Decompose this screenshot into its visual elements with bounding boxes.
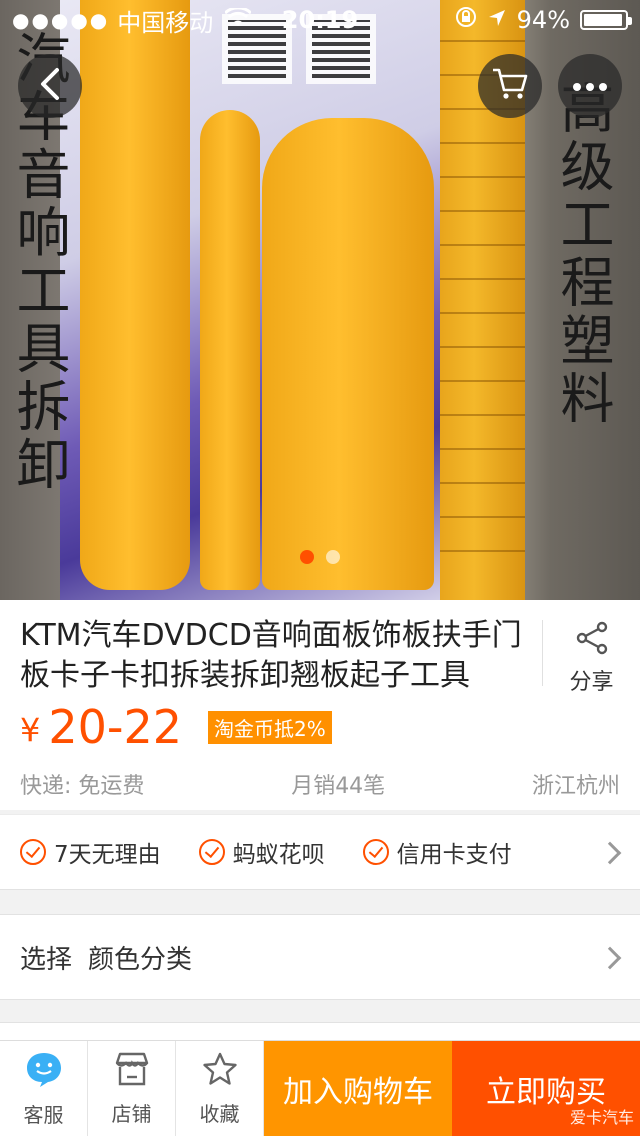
product-info: KTM汽车DVDCD音响面板饰板扶手门板卡子卡扣拆装拆卸翘板起子工具 分享 ¥ … [0,600,640,810]
promo-badge: 淘金币抵2% [208,710,332,744]
share-icon [574,620,610,660]
chevron-left-icon [37,66,63,106]
carrier-name: 中国移动 [117,8,214,37]
check-circle-icon [362,839,389,865]
pry-tool-image [200,110,260,590]
seller-location: 浙江杭州 [531,774,620,799]
service-item: 信用卡支付 [362,835,512,869]
image-caption-right: 高级工程塑料 [551,80,614,428]
currency-symbol: ¥ [20,711,41,749]
product-image-carousel[interactable]: 汽车音响工具拆卸 高级工程塑料 [0,0,640,600]
ruler-ticks [440,40,525,580]
shopping-cart-icon [491,67,529,105]
shop-tab[interactable]: 店铺 [88,1041,176,1136]
service-label: 蚂蚁花呗 [232,842,325,868]
product-title: KTM汽车DVDCD音响面板饰板扶手门板卡子卡扣拆装拆卸翘板起子工具 [20,618,522,693]
next-section-edge [0,1022,640,1042]
service-item: 7天无理由 [20,835,161,869]
carousel-pager [0,550,640,564]
pager-dot[interactable] [326,550,340,564]
shop-icon [113,1051,151,1092]
service-label: 7天无理由 [54,842,161,868]
meta-row: 快递: 免运费 月销44笔 浙江杭州 [20,768,620,800]
monthly-sales: 月销44笔 [291,774,386,799]
price: 20-22 [48,700,183,754]
location-arrow-icon [487,6,507,34]
pager-dot-active[interactable] [300,550,314,564]
tab-label: 客服 [23,1103,64,1127]
customer-service-icon [24,1050,64,1093]
wifi-icon [224,6,253,34]
service-guarantees[interactable]: 7天无理由 蚂蚁花呗 信用卡支付 [0,814,640,890]
status-right: 94% [455,6,632,34]
add-to-cart-button[interactable]: 加入购物车 [264,1041,452,1136]
price-row: ¥ 20-22 淘金币抵2% [20,700,332,754]
status-bar: ●●●●● 中国移动 20:19 94% [0,0,640,40]
star-icon [201,1051,239,1092]
more-dots-icon [572,77,608,96]
more-button[interactable] [558,54,622,118]
shipping-info: 快递: 免运费 [20,774,145,799]
watermark: 爱卡汽车 [569,1108,634,1127]
signal-strength-icon: ●●●●● [12,8,110,32]
select-value: 颜色分类 [88,944,193,975]
cart-button[interactable] [478,54,542,118]
battery-icon [580,10,632,30]
tab-label: 收藏 [199,1102,240,1126]
service-item: 蚂蚁花呗 [198,835,325,869]
pry-tool-image [262,118,434,590]
service-label: 信用卡支付 [396,842,512,868]
customer-service-tab[interactable]: 客服 [0,1041,88,1136]
product-detail-page: 汽车音响工具拆卸 高级工程塑料 ●●●●● 中国移动 20:19 94% KTM… [0,0,640,1136]
check-circle-icon [20,839,46,865]
rotation-lock-icon [455,6,477,34]
back-button[interactable] [18,54,82,118]
select-label: 选择 [20,944,73,975]
pry-tool-image [80,0,190,590]
chevron-right-icon [598,946,622,970]
bottom-action-bar: 客服 店铺 收藏 加入购物车 立即购买 [0,1040,640,1136]
share-label: 分享 [569,670,614,695]
battery-percent: 94% [516,6,570,34]
check-circle-icon [198,839,225,865]
favorite-tab[interactable]: 收藏 [176,1041,264,1136]
tab-label: 店铺 [111,1102,152,1126]
chevron-right-icon [598,841,622,865]
sku-select-row[interactable]: 选择 颜色分类 [0,914,640,1000]
share-button[interactable]: 分享 [542,620,640,695]
